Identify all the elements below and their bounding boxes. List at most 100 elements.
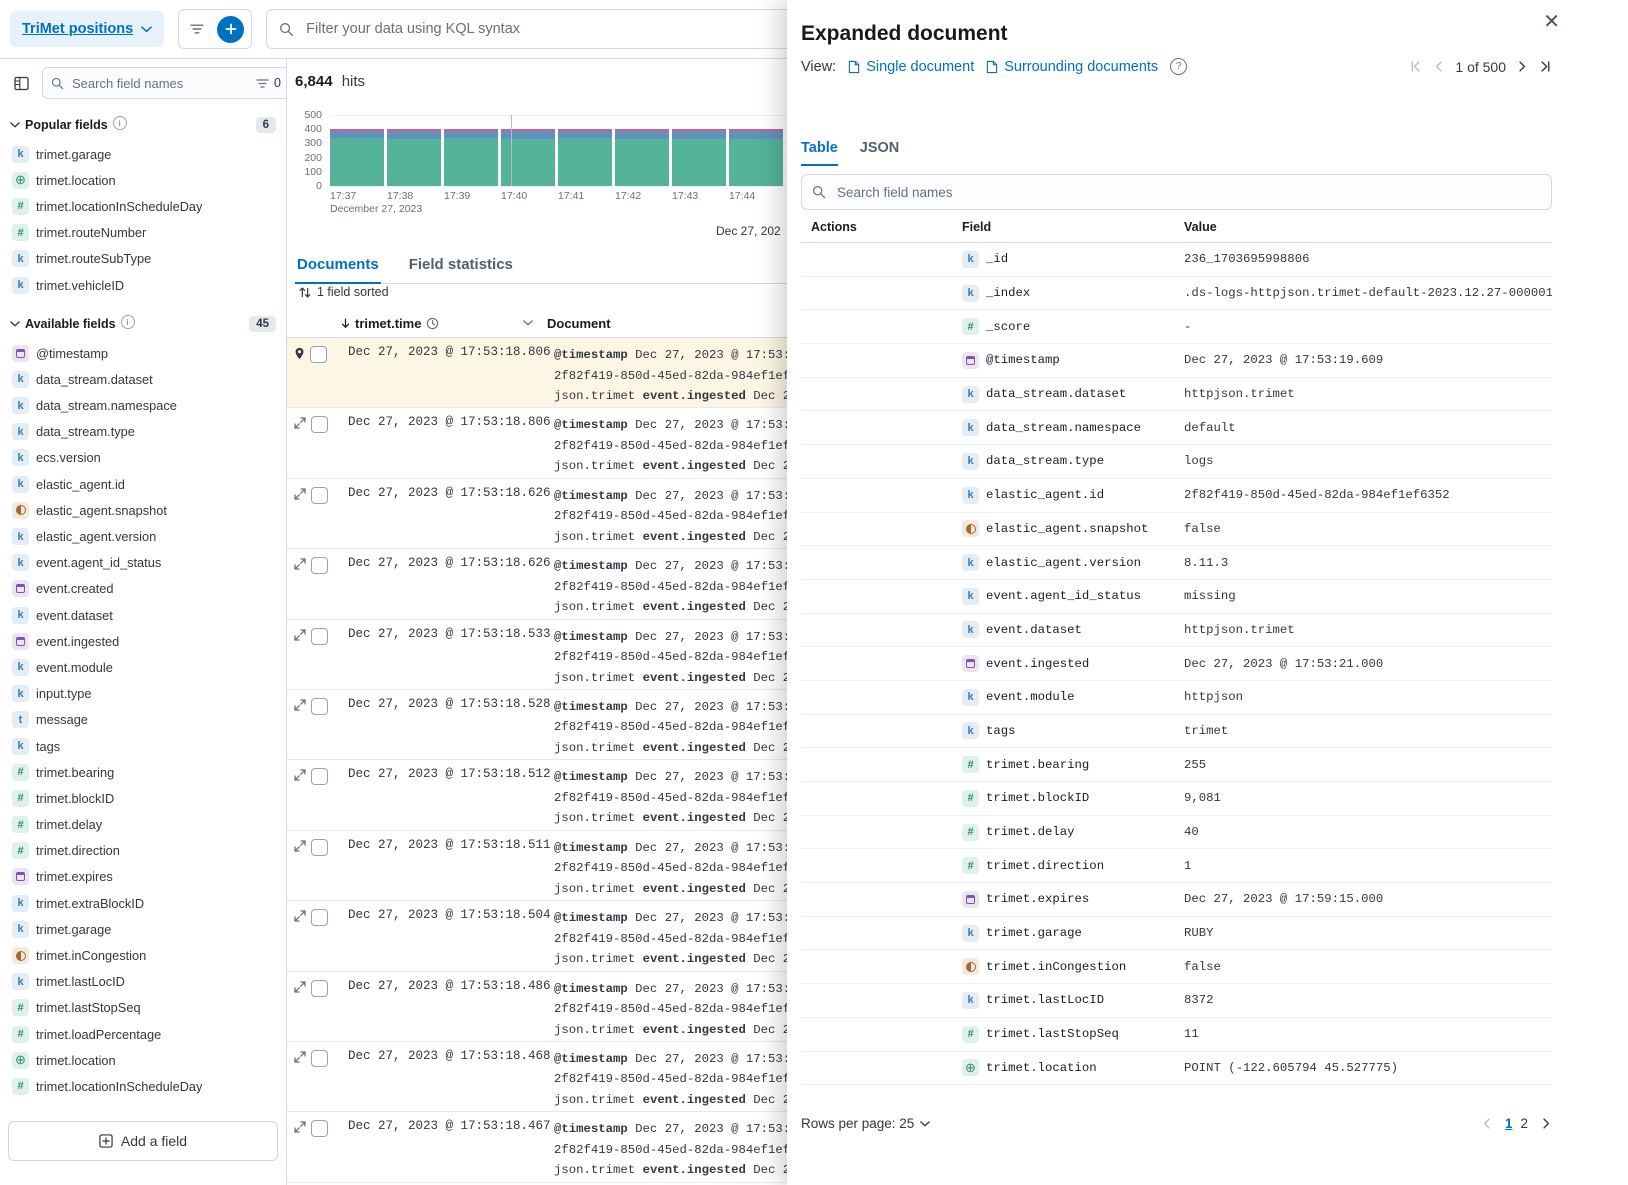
field-list-item[interactable]: trimet.expires	[8, 864, 278, 890]
row-checkbox[interactable]	[311, 628, 328, 645]
row-checkbox[interactable]	[311, 416, 328, 433]
page-2-button[interactable]: 2	[1516, 1114, 1532, 1133]
expand-document-icon[interactable]	[294, 769, 306, 781]
histogram-bar[interactable]	[444, 115, 498, 186]
field-list-item[interactable]: kevent.agent_id_status	[8, 550, 278, 576]
expand-document-icon[interactable]	[294, 1121, 306, 1133]
field-list-item[interactable]: trimet.inCongestion	[8, 942, 278, 968]
field-list-item[interactable]: #trimet.delay	[8, 812, 278, 838]
field-list-item[interactable]: ⊕trimet.location	[8, 1047, 278, 1073]
field-list-item[interactable]: tmessage	[8, 707, 278, 733]
expand-document-icon[interactable]	[294, 629, 306, 641]
field-list-item[interactable]: kelastic_agent.version	[8, 523, 278, 549]
time-column-header[interactable]: trimet.time	[341, 316, 547, 331]
field-list-item[interactable]: #trimet.loadPercentage	[8, 1021, 278, 1047]
field-list-item[interactable]: kelastic_agent.id	[8, 471, 278, 497]
expand-document-icon[interactable]	[294, 910, 306, 922]
field-list-item[interactable]: #trimet.direction	[8, 838, 278, 864]
tab-field-statistics[interactable]: Field statistics	[407, 247, 515, 283]
expand-document-icon[interactable]	[294, 417, 306, 429]
fields-sorted-button[interactable]: 1 field sorted	[297, 283, 391, 301]
field-list-item[interactable]: #trimet.lastStopSeq	[8, 995, 278, 1021]
next-page-button[interactable]	[1541, 1116, 1552, 1131]
histogram-bar[interactable]	[330, 115, 384, 186]
histogram-bar[interactable]	[387, 115, 441, 186]
field-list-item[interactable]: #trimet.routeNumber	[8, 220, 278, 246]
field-list-toggle-button[interactable]	[8, 68, 35, 98]
field-list-item[interactable]: ktrimet.garage	[8, 141, 278, 167]
field-list-item[interactable]: #trimet.locationInScheduleDay	[8, 1073, 278, 1099]
field-name: data_stream.namespace	[36, 398, 177, 413]
field-list-item[interactable]: kecs.version	[8, 445, 278, 471]
tab-documents[interactable]: Documents	[295, 247, 381, 284]
field-list-item[interactable]: event.created	[8, 576, 278, 602]
field-list-item[interactable]: #trimet.bearing	[8, 759, 278, 785]
field-list-item[interactable]: ktrimet.vehicleID	[8, 272, 278, 298]
histogram-bar[interactable]	[672, 115, 726, 186]
row-checkbox[interactable]	[311, 698, 328, 715]
field-list-item[interactable]: #trimet.blockID	[8, 785, 278, 811]
saved-search-selector[interactable]: TriMet positions	[10, 11, 164, 47]
saved-query-menu-button[interactable]	[186, 19, 208, 39]
add-field-button[interactable]: Add a field	[8, 1121, 278, 1161]
field-list-item[interactable]: kdata_stream.dataset	[8, 366, 278, 392]
row-checkbox[interactable]	[311, 557, 328, 574]
flyout-field-search-input[interactable]	[835, 184, 1541, 201]
field-list-item[interactable]: kevent.module	[8, 654, 278, 680]
first-document-button[interactable]	[1409, 59, 1422, 74]
row-checkbox[interactable]	[310, 346, 327, 363]
field-list-item[interactable]: @timestamp	[8, 340, 278, 366]
expand-document-icon[interactable]	[294, 1051, 306, 1063]
available-fields-header[interactable]: Available fields i 45	[10, 316, 276, 332]
field-list-item[interactable]: ktrimet.lastLocID	[8, 969, 278, 995]
field-value: httpjson.trimet	[1184, 387, 1552, 401]
tab-json[interactable]: JSON	[860, 140, 900, 166]
single-document-link[interactable]: Single document	[848, 59, 974, 75]
row-checkbox[interactable]	[311, 1050, 328, 1067]
field-list-item[interactable]: #trimet.locationInScheduleDay	[8, 193, 278, 219]
field-list-item[interactable]: ktrimet.extraBlockID	[8, 890, 278, 916]
tab-table[interactable]: Table	[801, 140, 838, 166]
field-list-item[interactable]: ktrimet.routeSubType	[8, 246, 278, 272]
previous-document-button[interactable]	[1433, 59, 1444, 74]
close-flyout-button[interactable]: ✕	[1539, 8, 1564, 36]
field-list-item[interactable]: ktags	[8, 733, 278, 759]
expand-document-icon[interactable]	[294, 488, 306, 500]
expand-document-icon[interactable]	[294, 699, 306, 711]
page-1-button[interactable]: 1	[1501, 1114, 1517, 1133]
previous-page-button[interactable]	[1481, 1116, 1492, 1131]
row-checkbox[interactable]	[311, 487, 328, 504]
expand-document-icon[interactable]	[294, 840, 306, 852]
field-search[interactable]: 0	[42, 67, 287, 99]
histogram-bar[interactable]	[501, 115, 555, 186]
field-list-item[interactable]: elastic_agent.snapshot	[8, 497, 278, 523]
field-list-item[interactable]: kevent.dataset	[8, 602, 278, 628]
field-list-item[interactable]: ⊕trimet.location	[8, 167, 278, 193]
field-type-filter-button[interactable]: 0	[256, 76, 281, 90]
field-list-item[interactable]: ktrimet.garage	[8, 916, 278, 942]
rows-per-page-button[interactable]: Rows per page: 25	[801, 1116, 930, 1131]
expand-document-icon[interactable]	[294, 981, 306, 993]
row-checkbox[interactable]	[311, 839, 328, 856]
histogram-bar[interactable]	[615, 115, 669, 186]
last-document-button[interactable]	[1539, 59, 1552, 74]
expand-document-icon[interactable]	[294, 558, 306, 570]
field-list-item[interactable]: kinput.type	[8, 681, 278, 707]
next-document-button[interactable]	[1517, 59, 1528, 74]
row-checkbox[interactable]	[311, 909, 328, 926]
add-filter-button[interactable]	[217, 16, 244, 43]
column-menu-chevron-icon[interactable]	[523, 320, 533, 326]
help-icon[interactable]: ?	[1170, 58, 1187, 75]
row-checkbox[interactable]	[311, 1120, 328, 1137]
row-checkbox[interactable]	[311, 768, 328, 785]
row-checkbox[interactable]	[311, 980, 328, 997]
field-search-input[interactable]	[70, 75, 250, 92]
flyout-field-search[interactable]	[801, 174, 1552, 210]
surrounding-documents-link[interactable]: Surrounding documents	[986, 59, 1158, 75]
field-list-item[interactable]: kdata_stream.type	[8, 419, 278, 445]
popular-fields-header[interactable]: Popular fields i 6	[10, 117, 276, 133]
field-list-item[interactable]: event.ingested	[8, 628, 278, 654]
field-list-item[interactable]: kdata_stream.namespace	[8, 393, 278, 419]
histogram-bar[interactable]	[729, 115, 783, 186]
histogram-bar[interactable]	[558, 115, 612, 186]
